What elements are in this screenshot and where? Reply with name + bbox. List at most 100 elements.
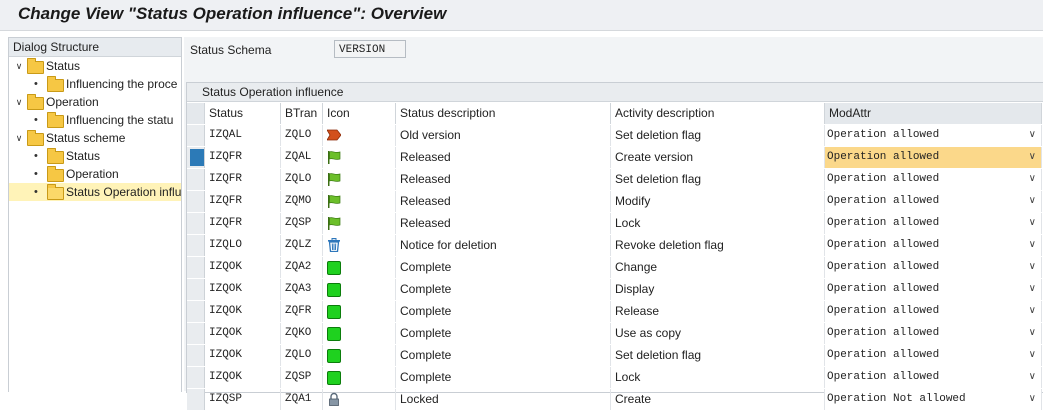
tree-node[interactable]: • Operation bbox=[9, 165, 181, 183]
column-header-btran[interactable]: BTran bbox=[281, 103, 323, 124]
chevron-down-icon[interactable]: ∨ bbox=[1029, 389, 1036, 410]
modattr-dropdown[interactable]: Operation allowed∨ bbox=[825, 125, 1042, 146]
btran-cell: ZQMO bbox=[281, 191, 323, 212]
modattr-value: Operation allowed bbox=[827, 345, 939, 366]
status-description-cell: Released bbox=[396, 191, 611, 212]
modattr-dropdown[interactable]: Operation allowed∨ bbox=[825, 301, 1042, 322]
chevron-down-icon[interactable]: ∨ bbox=[14, 129, 24, 147]
chevron-down-icon[interactable]: ∨ bbox=[1029, 169, 1036, 190]
row-selector[interactable] bbox=[187, 389, 205, 410]
modattr-dropdown[interactable]: Operation allowed ∨ bbox=[825, 345, 1042, 366]
tree-node-label: Status Operation influ bbox=[66, 183, 181, 201]
status-cell: IZQFR bbox=[205, 147, 281, 168]
chevron-down-icon[interactable]: ∨ bbox=[1029, 345, 1036, 366]
status-cell: IZQFR bbox=[205, 213, 281, 234]
chevron-down-icon[interactable]: ∨ bbox=[1029, 213, 1036, 234]
status-schema-label: Status Schema bbox=[190, 41, 271, 59]
folder-icon bbox=[27, 61, 44, 74]
row-selector[interactable] bbox=[187, 125, 205, 146]
title-bar: Change View "Status Operation influence"… bbox=[0, 0, 1043, 31]
status-description-cell: Released bbox=[396, 169, 611, 190]
activity-description-cell: Display bbox=[611, 279, 825, 300]
row-selector[interactable] bbox=[187, 257, 205, 278]
tree-node[interactable]: ∨Operation bbox=[9, 93, 181, 111]
modattr-dropdown[interactable]: Operation allowed∨ bbox=[825, 257, 1042, 278]
chevron-down-icon[interactable]: ∨ bbox=[1029, 235, 1036, 256]
chevron-down-icon[interactable]: ∨ bbox=[1029, 147, 1036, 168]
chevron-down-icon[interactable]: ∨ bbox=[1029, 257, 1036, 278]
btran-cell: ZQAL bbox=[281, 147, 323, 168]
chevron-down-icon[interactable]: ∨ bbox=[1029, 323, 1036, 344]
modattr-dropdown[interactable]: Operation Not allowed∨ bbox=[825, 389, 1042, 410]
status-description-cell: Complete bbox=[396, 279, 611, 300]
btran-cell: ZQSP bbox=[281, 367, 323, 388]
modattr-dropdown[interactable]: Operation allowed∨ bbox=[825, 213, 1042, 234]
chevron-down-icon[interactable]: ∨ bbox=[1029, 125, 1036, 146]
row-selector[interactable] bbox=[187, 191, 205, 212]
bullet-icon: • bbox=[34, 165, 40, 183]
modattr-dropdown[interactable]: Operation allowed ∨ bbox=[825, 235, 1042, 256]
green-square-icon bbox=[323, 345, 396, 366]
modattr-dropdown[interactable]: Operation allowed ∨ bbox=[825, 279, 1042, 300]
folder-icon bbox=[47, 151, 64, 164]
row-selector[interactable] bbox=[187, 367, 205, 388]
modattr-value: Operation allowed bbox=[827, 235, 939, 256]
modattr-dropdown[interactable]: Operation allowed ∨ bbox=[825, 169, 1042, 190]
status-schema-field[interactable]: VERSION bbox=[334, 40, 406, 58]
chevron-down-icon[interactable]: ∨ bbox=[14, 57, 24, 75]
tree-node[interactable]: ∨ Status bbox=[9, 57, 181, 75]
tree-node[interactable]: • Status Operation influ bbox=[9, 183, 181, 201]
modattr-value: Operation allowed bbox=[827, 169, 939, 190]
row-selector[interactable] bbox=[187, 279, 205, 300]
tree-node[interactable]: •Status bbox=[9, 147, 181, 165]
column-header-modattr[interactable]: ModAttr bbox=[825, 103, 1042, 124]
folder-icon bbox=[47, 169, 64, 182]
folder-icon bbox=[47, 115, 64, 128]
chevron-down-icon[interactable]: ∨ bbox=[1029, 367, 1036, 388]
folder-icon bbox=[47, 187, 64, 200]
modattr-dropdown[interactable]: Operation allowed∨ bbox=[825, 191, 1042, 212]
column-header-status-description[interactable]: Status description bbox=[396, 103, 611, 124]
status-description-cell: Notice for deletion bbox=[396, 235, 611, 256]
row-selector[interactable] bbox=[187, 213, 205, 234]
chevron-down-icon[interactable]: ∨ bbox=[1029, 279, 1036, 300]
modattr-dropdown[interactable]: Operation allowed∨ bbox=[825, 367, 1042, 388]
tree-node[interactable]: •Influencing the proce bbox=[9, 75, 181, 93]
status-description-cell: Old version bbox=[396, 125, 611, 146]
modattr-value: Operation allowed bbox=[827, 279, 939, 300]
modattr-dropdown[interactable]: Operation allowed∨ bbox=[825, 147, 1042, 168]
bullet-icon: • bbox=[34, 75, 40, 93]
row-selector[interactable] bbox=[187, 301, 205, 322]
row-selector[interactable] bbox=[187, 235, 205, 256]
column-header-status[interactable]: Status bbox=[205, 103, 281, 124]
modattr-dropdown[interactable]: Operation allowed∨ bbox=[825, 323, 1042, 344]
chevron-down-icon[interactable]: ∨ bbox=[1029, 191, 1036, 212]
column-header-icon[interactable]: Icon bbox=[323, 103, 396, 124]
bullet-icon: • bbox=[34, 183, 40, 201]
tree-node-label: Status bbox=[46, 57, 80, 75]
column-header-activity-description[interactable]: Activity description bbox=[611, 103, 825, 124]
green-square-icon bbox=[323, 323, 396, 344]
status-description-cell: Complete bbox=[396, 301, 611, 322]
row-selector[interactable] bbox=[187, 169, 205, 190]
row-selector[interactable] bbox=[187, 147, 205, 168]
tree-node-label: Operation bbox=[66, 165, 119, 183]
btran-cell: ZQFR bbox=[281, 301, 323, 322]
tree-node[interactable]: ∨Status scheme bbox=[9, 129, 181, 147]
status-cell: IZQOK bbox=[205, 323, 281, 344]
chevron-down-icon[interactable]: ∨ bbox=[14, 93, 24, 111]
row-selector[interactable] bbox=[187, 345, 205, 366]
green-flag-icon bbox=[323, 169, 396, 190]
bullet-icon: • bbox=[34, 147, 40, 165]
chevron-down-icon[interactable]: ∨ bbox=[1029, 301, 1036, 322]
btran-cell: ZQLO bbox=[281, 125, 323, 146]
activity-description-cell: Use as copy bbox=[611, 323, 825, 344]
btran-cell: ZQA1 bbox=[281, 389, 323, 410]
select-all-cell[interactable] bbox=[187, 103, 205, 124]
row-selector[interactable] bbox=[187, 323, 205, 344]
red-flag-icon bbox=[323, 125, 396, 146]
activity-description-cell: Set deletion flag bbox=[611, 169, 825, 190]
green-square-icon bbox=[323, 367, 396, 388]
green-square-icon bbox=[323, 257, 396, 278]
tree-node[interactable]: •Influencing the statu bbox=[9, 111, 181, 129]
